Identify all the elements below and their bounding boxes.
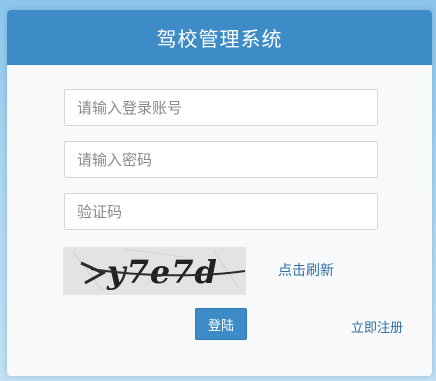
refresh-captcha-link[interactable]: 点击刷新 <box>278 260 334 280</box>
captcha-image[interactable]: y7e7d <box>63 247 246 295</box>
captcha-graphic: y7e7d <box>63 247 246 295</box>
password-input[interactable] <box>64 141 378 178</box>
login-button[interactable]: 登陆 <box>195 308 247 340</box>
header-bar: 驾校管理系统 <box>7 10 432 65</box>
account-input[interactable] <box>64 89 378 126</box>
login-card: 驾校管理系统 y7e7d 点击刷新 登陆 立即注册 <box>7 10 432 376</box>
captcha-input[interactable] <box>64 193 378 230</box>
page-title: 驾校管理系统 <box>156 27 283 51</box>
register-link[interactable]: 立即注册 <box>351 317 403 336</box>
